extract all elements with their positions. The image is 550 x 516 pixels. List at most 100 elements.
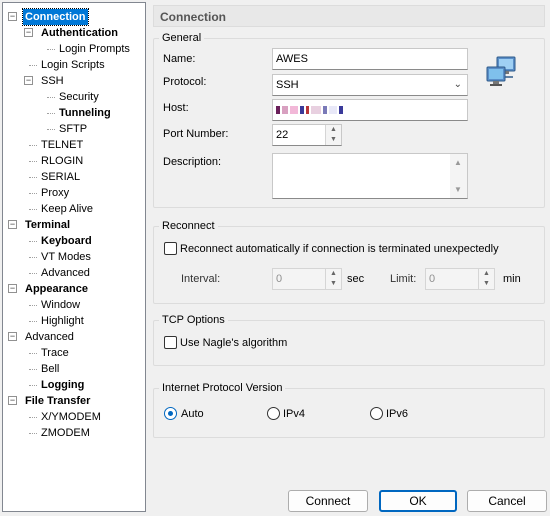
spin-down-icon[interactable]: ▼: [479, 279, 494, 289]
radio-auto-label[interactable]: Auto: [181, 407, 204, 421]
tree-item[interactable]: TELNET: [39, 137, 85, 153]
tree-connector: [29, 161, 37, 162]
tree-connector: [47, 49, 55, 50]
collapse-icon[interactable]: −: [8, 12, 17, 21]
tcp-options-title: TCP Options: [159, 314, 228, 327]
reconnect-checkbox[interactable]: [164, 242, 177, 255]
spin-up-icon[interactable]: ▲: [326, 125, 341, 135]
port-value: 22: [276, 129, 289, 141]
collapse-icon[interactable]: −: [24, 28, 33, 37]
tree-item[interactable]: Keyboard: [39, 233, 94, 249]
tree-item[interactable]: Logging: [39, 377, 86, 393]
interval-field[interactable]: 0 ▲ ▼: [272, 268, 342, 290]
limit-spinner[interactable]: ▲ ▼: [478, 269, 494, 289]
tree-item[interactable]: SFTP: [57, 121, 89, 137]
tree-connector: [29, 305, 37, 306]
tree-item[interactable]: Bell: [39, 361, 61, 377]
tree-item-label: Keep Alive: [41, 203, 93, 215]
spin-up-icon[interactable]: ▲: [479, 269, 494, 279]
tree-item[interactable]: Proxy: [39, 185, 71, 201]
description-scrollbar[interactable]: ▲ ▼: [450, 154, 467, 198]
port-label: Port Number:: [163, 128, 229, 140]
interval-spinner[interactable]: ▲ ▼: [325, 269, 341, 289]
port-field[interactable]: 22 ▲ ▼: [272, 124, 342, 146]
tree-item-label: ZMODEM: [41, 427, 90, 439]
nagle-checkbox-label[interactable]: Use Nagle's algorithm: [180, 336, 287, 350]
tree-item[interactable]: X/YMODEM: [39, 409, 103, 425]
protocol-select[interactable]: SSH ⌄: [272, 74, 468, 96]
scroll-down-icon[interactable]: ▼: [454, 185, 462, 194]
tree-item-label: SERIAL: [41, 171, 81, 183]
tree-item-label: X/YMODEM: [41, 411, 101, 423]
collapse-icon[interactable]: −: [8, 220, 17, 229]
spin-down-icon[interactable]: ▼: [326, 135, 341, 145]
tree-item-label: Bell: [41, 363, 60, 375]
collapse-icon[interactable]: −: [8, 396, 17, 405]
tree-item[interactable]: Tunneling: [57, 105, 113, 121]
category-tree[interactable]: Connection − Authentication − Login Prompts L…: [2, 2, 146, 512]
collapse-icon[interactable]: −: [8, 332, 17, 341]
tree-item[interactable]: Login Prompts: [57, 41, 132, 57]
collapse-icon[interactable]: −: [24, 76, 33, 85]
radio-ipv6[interactable]: [370, 407, 383, 420]
tree-item-label: Proxy: [41, 187, 70, 199]
tree-item-label: Logging: [41, 379, 85, 391]
tree-item[interactable]: Highlight: [39, 313, 86, 329]
tree-item[interactable]: ZMODEM: [39, 425, 92, 441]
tree-item-label: Advanced: [25, 331, 74, 343]
tree-item[interactable]: VT Modes: [39, 249, 93, 265]
tree-connector: [29, 273, 37, 274]
description-label: Description:: [163, 156, 222, 168]
tree-item[interactable]: Terminal: [23, 217, 72, 233]
tree-item-label: Terminal: [25, 219, 71, 231]
host-field[interactable]: [272, 99, 468, 121]
reconnect-checkbox-label[interactable]: Reconnect automatically if connection is…: [180, 242, 499, 256]
tree-item[interactable]: SSH: [39, 73, 66, 89]
spin-down-icon[interactable]: ▼: [326, 279, 341, 289]
tree-item[interactable]: Window: [39, 297, 82, 313]
nagle-checkbox[interactable]: [164, 336, 177, 349]
tree-item[interactable]: Authentication: [39, 25, 120, 41]
tree-item[interactable]: RLOGIN: [39, 153, 85, 169]
computers-network-icon: [485, 55, 519, 89]
name-label: Name:: [163, 53, 196, 65]
reconnect-group-title: Reconnect: [159, 220, 218, 233]
collapse-icon[interactable]: −: [8, 284, 17, 293]
radio-ipv6-label[interactable]: IPv6: [386, 407, 408, 421]
tree-item[interactable]: Trace: [39, 345, 71, 361]
tree-item[interactable]: Advanced: [23, 329, 76, 345]
tree-connector: [29, 177, 37, 178]
tree-connector: [29, 193, 37, 194]
tree-item[interactable]: Security: [57, 89, 101, 105]
spin-up-icon[interactable]: ▲: [326, 269, 341, 279]
tree-item[interactable]: Connection: [22, 8, 89, 26]
tree-item-label: File Transfer: [25, 395, 91, 407]
port-spinner[interactable]: ▲ ▼: [325, 125, 341, 145]
radio-auto[interactable]: [164, 407, 177, 420]
tree-item[interactable]: Advanced: [39, 265, 92, 281]
radio-ipv4[interactable]: [267, 407, 280, 420]
tree-item[interactable]: Appearance: [23, 281, 90, 297]
tree-item-label: SFTP: [59, 123, 88, 135]
tree-item-label: Login Prompts: [59, 43, 130, 55]
limit-value: 0: [429, 273, 436, 285]
ok-button[interactable]: OK: [379, 490, 457, 512]
tree-item-label: SSH: [41, 75, 64, 87]
tree-item[interactable]: SERIAL: [39, 169, 82, 185]
tree-item[interactable]: Keep Alive: [39, 201, 95, 217]
tree-item-label: RLOGIN: [41, 155, 84, 167]
tree-item-label: Security: [59, 91, 99, 103]
cancel-button[interactable]: Cancel: [467, 490, 547, 512]
tree-connector: [29, 321, 37, 322]
limit-field[interactable]: 0 ▲ ▼: [425, 268, 495, 290]
radio-ipv4-label[interactable]: IPv4: [283, 407, 305, 421]
tree-connector: [29, 145, 37, 146]
name-field[interactable]: AWES: [272, 48, 468, 70]
tree-connector: [29, 433, 37, 434]
description-field[interactable]: [272, 153, 468, 199]
scroll-up-icon[interactable]: ▲: [454, 158, 462, 167]
connect-button[interactable]: Connect: [288, 490, 368, 512]
tree-item-label: Trace: [41, 347, 69, 359]
tree-item[interactable]: File Transfer: [23, 393, 92, 409]
tree-item[interactable]: Login Scripts: [39, 57, 107, 73]
